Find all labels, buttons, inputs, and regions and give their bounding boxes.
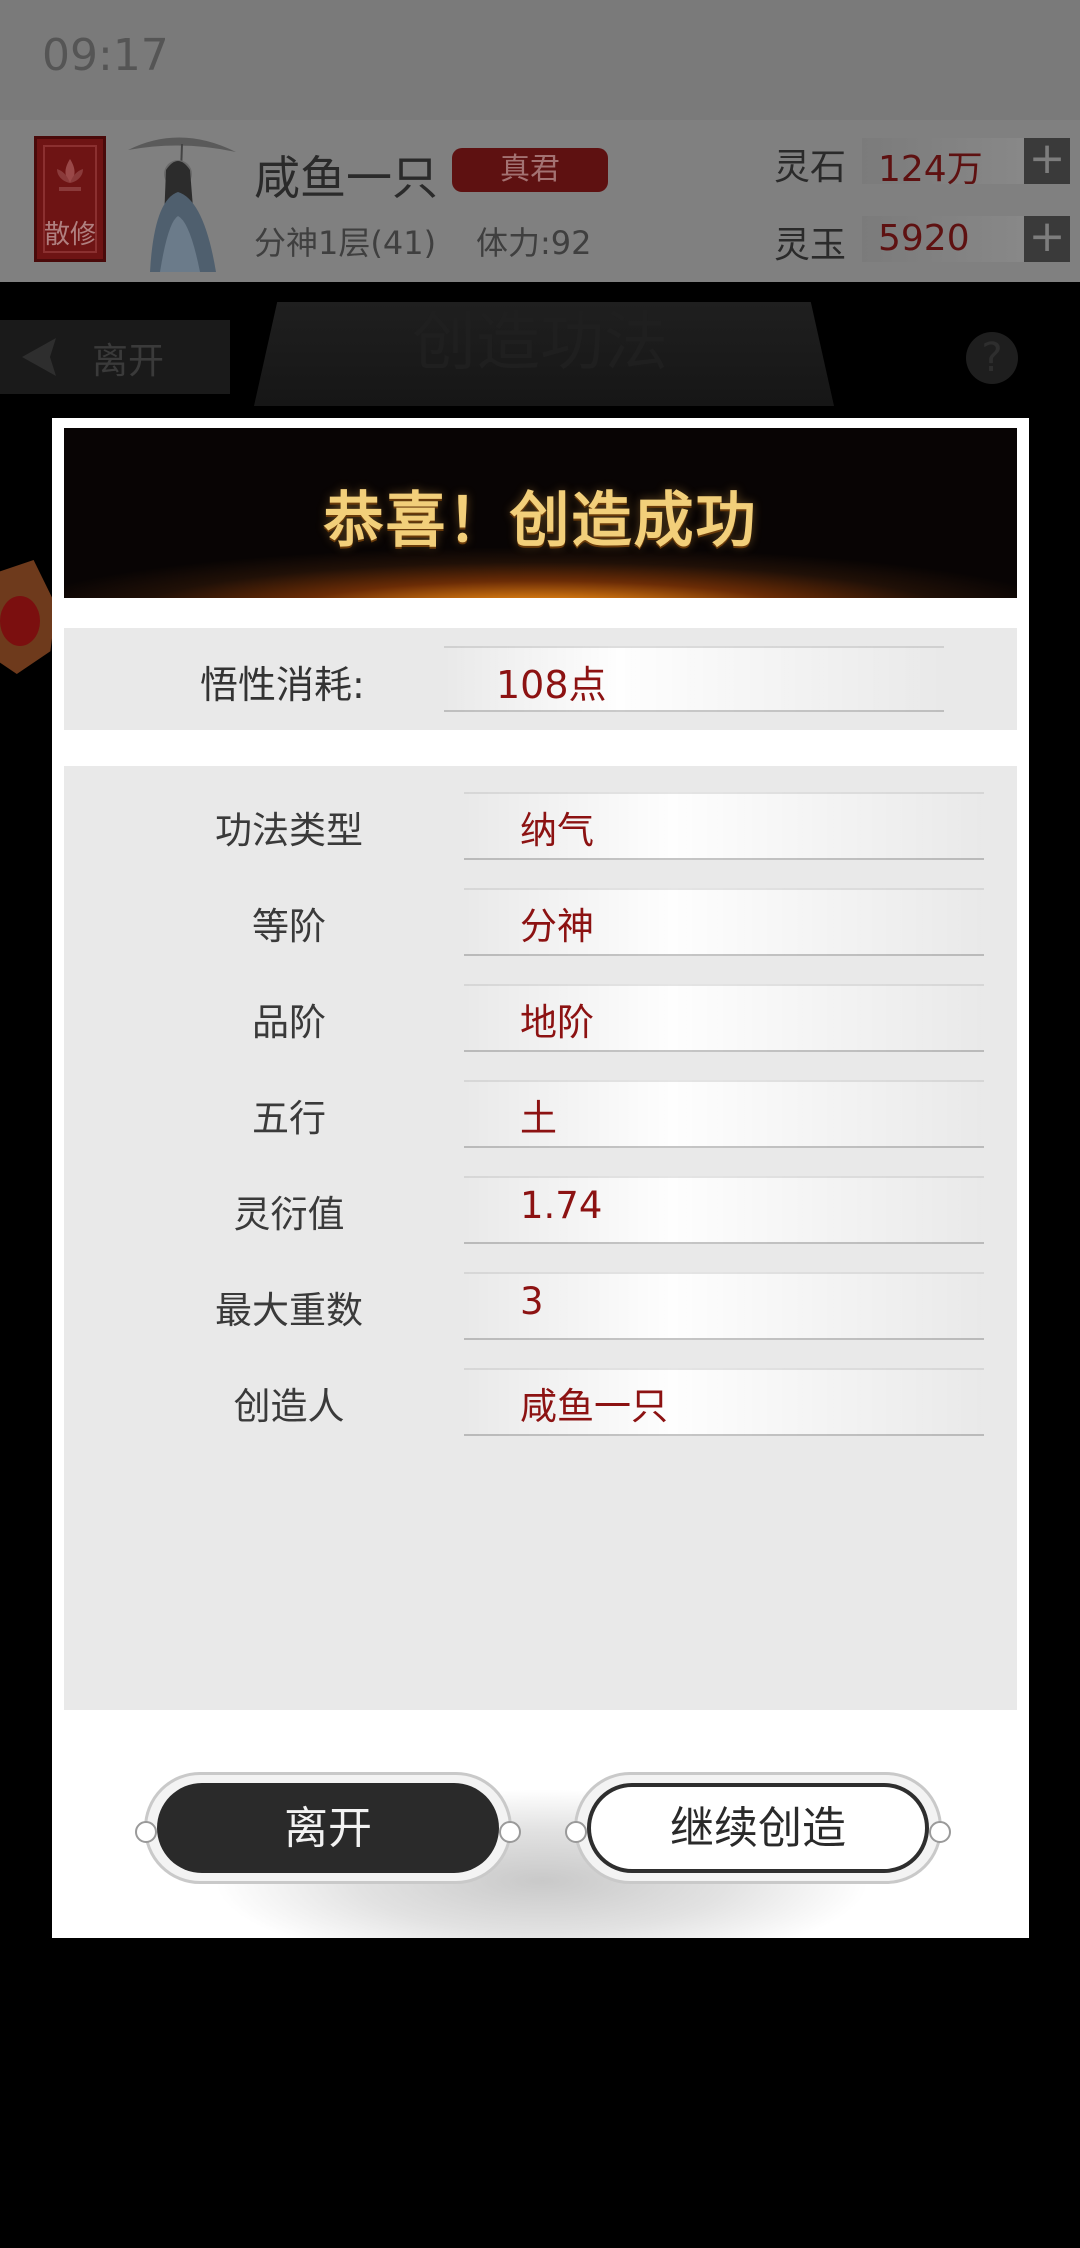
info-value: 3 bbox=[520, 1280, 544, 1323]
cost-label: 悟性消耗: bbox=[200, 663, 365, 707]
button-knob bbox=[499, 1821, 521, 1843]
info-row-spirit-value: 灵衍值 1.74 bbox=[64, 1164, 1017, 1260]
spirit-stone-display: 124万 bbox=[862, 138, 1024, 190]
player-name: 咸鱼一只 bbox=[254, 151, 438, 205]
info-label: 灵衍值 bbox=[233, 1193, 345, 1236]
sect-badge[interactable]: 散修 bbox=[34, 136, 106, 262]
info-label: 五行 bbox=[252, 1097, 326, 1140]
add-spirit-stone-button[interactable]: + bbox=[1024, 137, 1070, 184]
player-bar: 散修 咸鱼一只 真君 分神1层(41) 体力:92 灵石 124万 + 灵玉 5… bbox=[0, 120, 1080, 282]
add-spirit-jade-button[interactable]: + bbox=[1024, 215, 1070, 262]
spirit-stone-label: 灵石 bbox=[774, 147, 847, 188]
info-value: 纳气 bbox=[520, 809, 594, 852]
continue-create-button[interactable]: 继续创造 bbox=[565, 1772, 951, 1884]
info-label: 最大重数 bbox=[215, 1289, 363, 1332]
avatar[interactable] bbox=[120, 130, 240, 272]
status-time: 09:17 bbox=[42, 30, 169, 81]
button-knob bbox=[135, 1821, 157, 1843]
sect-label: 散修 bbox=[43, 220, 96, 250]
info-label: 创造人 bbox=[233, 1385, 345, 1428]
success-banner: 恭喜！创造成功 bbox=[64, 428, 1017, 598]
status-bar: 09:17 bbox=[0, 0, 1080, 120]
button-knob bbox=[929, 1821, 951, 1843]
info-value: 1.74 bbox=[520, 1184, 603, 1227]
info-value: 土 bbox=[520, 1097, 557, 1140]
info-row-tier: 品阶 地阶 bbox=[64, 972, 1017, 1068]
spirit-jade-display: 5920 bbox=[862, 216, 1024, 262]
rank-badge: 真君 bbox=[452, 148, 608, 192]
info-label: 品阶 bbox=[252, 1001, 326, 1044]
cost-panel: 悟性消耗: 108点 bbox=[64, 628, 1017, 730]
lotus-icon bbox=[57, 159, 83, 191]
info-row-creator: 创造人 咸鱼一只 bbox=[64, 1356, 1017, 1452]
cost-value: 108点 bbox=[496, 663, 607, 707]
info-row-max-layers: 最大重数 3 bbox=[64, 1260, 1017, 1356]
info-row-grade: 等阶 分神 bbox=[64, 876, 1017, 972]
info-value: 地阶 bbox=[520, 1001, 594, 1044]
button-knob bbox=[565, 1821, 587, 1843]
player-realm: 分神1层(41) bbox=[254, 224, 437, 262]
info-label: 功法类型 bbox=[215, 809, 363, 852]
continue-create-button-label: 继续创造 bbox=[587, 1783, 929, 1873]
leave-button[interactable]: 离开 bbox=[135, 1772, 521, 1884]
info-row-element: 五行 土 bbox=[64, 1068, 1017, 1164]
spirit-jade-label: 灵玉 bbox=[774, 225, 847, 266]
info-label: 等阶 bbox=[252, 905, 326, 948]
leave-button-label: 离开 bbox=[157, 1783, 499, 1873]
technique-info-panel: 功法类型 纳气 等阶 分神 品阶 地阶 五行 土 灵衍值 1.74 最大重数 3 bbox=[64, 766, 1017, 1710]
banner-title: 恭喜！创造成功 bbox=[323, 486, 758, 556]
info-row-type: 功法类型 纳气 bbox=[64, 780, 1017, 876]
side-decoration-gem bbox=[0, 596, 40, 646]
info-value: 咸鱼一只 bbox=[520, 1385, 668, 1428]
page-title: 创造功法 bbox=[412, 306, 668, 380]
spirit-jade-value: 5920 bbox=[878, 218, 970, 259]
spirit-stone-value: 124万 bbox=[878, 149, 983, 190]
result-modal: 恭喜！创造成功 悟性消耗: 108点 功法类型 纳气 等阶 分神 品阶 地阶 五… bbox=[52, 418, 1029, 1938]
player-stamina: 体力:92 bbox=[476, 224, 592, 262]
info-value: 分神 bbox=[520, 905, 594, 948]
